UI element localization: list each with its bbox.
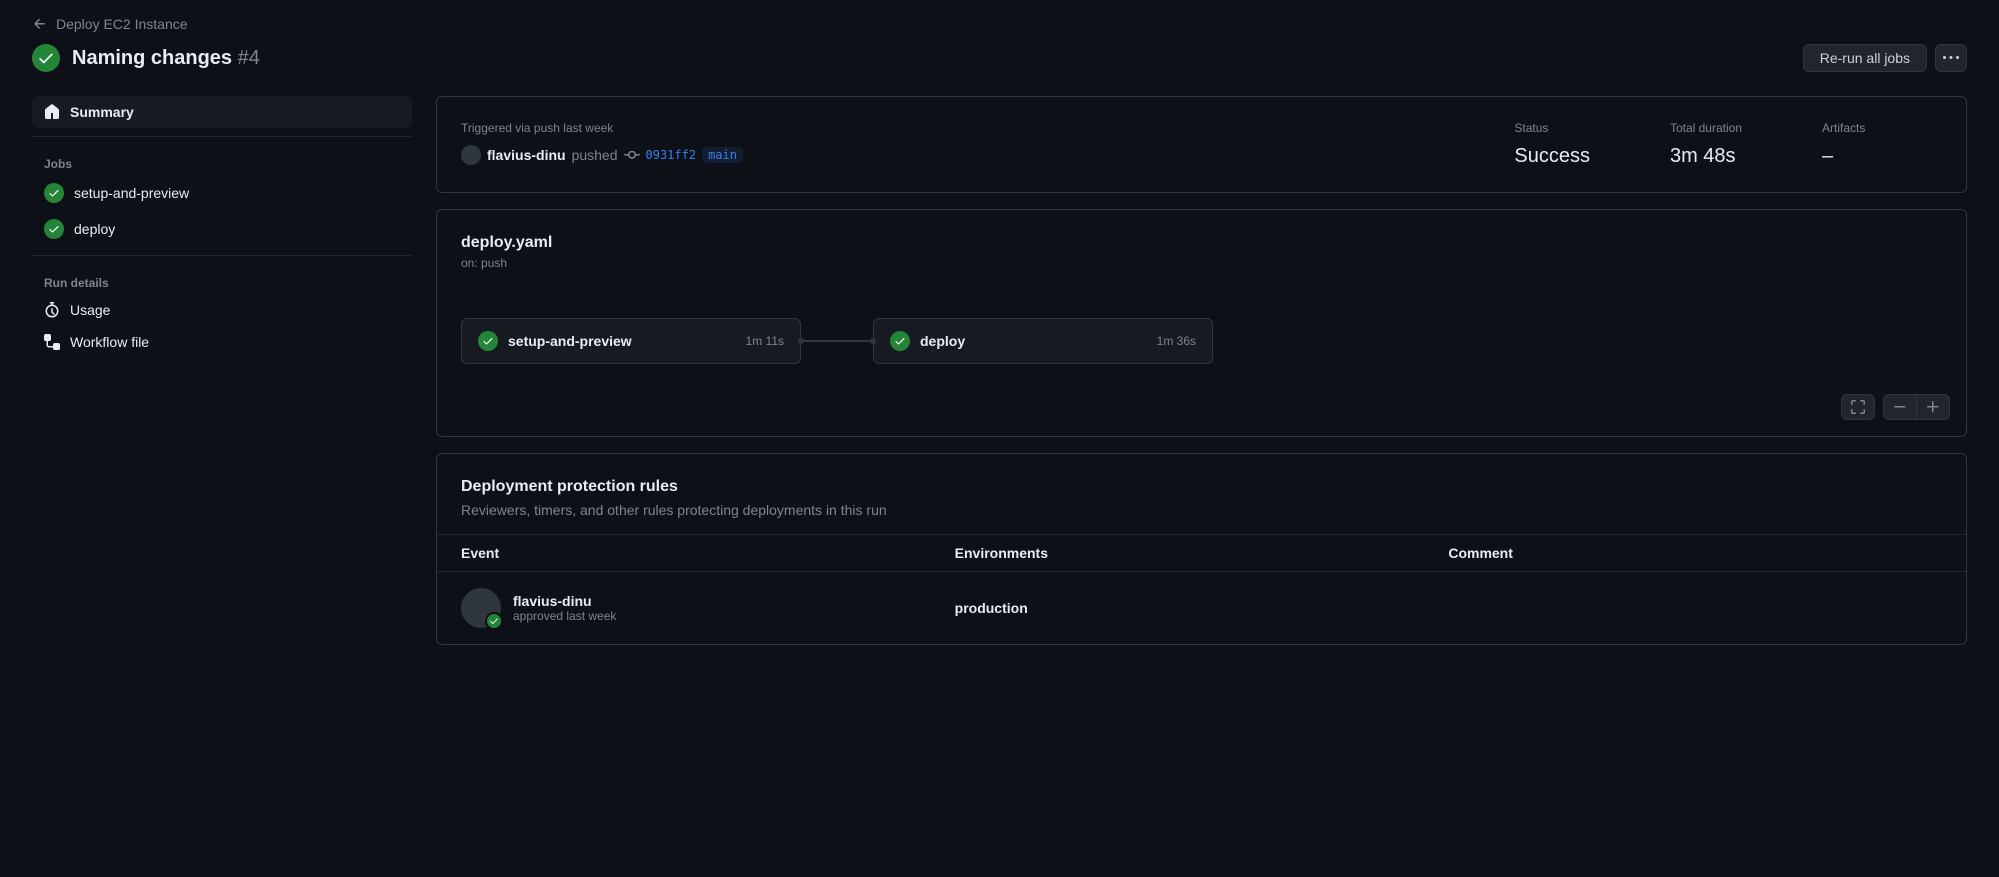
success-icon bbox=[44, 183, 64, 203]
job-name: setup-and-preview bbox=[508, 333, 736, 349]
duration-value[interactable]: 3m 48s bbox=[1670, 145, 1742, 168]
graph-connector bbox=[801, 340, 873, 342]
job-card-deploy[interactable]: deploy 1m 36s bbox=[873, 318, 1213, 364]
run-status-icon bbox=[32, 44, 60, 72]
protection-subtitle: Reviewers, timers, and other rules prote… bbox=[461, 502, 1942, 518]
sidebar-job-label: deploy bbox=[74, 221, 115, 237]
status-label: Status bbox=[1514, 121, 1590, 135]
success-icon bbox=[890, 331, 910, 351]
protection-rules-panel: Deployment protection rules Reviewers, t… bbox=[436, 453, 1967, 645]
job-name: deploy bbox=[920, 333, 1147, 349]
run-number: #4 bbox=[238, 47, 260, 69]
arrow-left-icon bbox=[32, 16, 48, 32]
branch-badge[interactable]: main bbox=[702, 147, 743, 163]
reviewer-name[interactable]: flavius-dinu bbox=[513, 593, 616, 609]
artifacts-value: – bbox=[1822, 145, 1942, 168]
zoom-out-button[interactable] bbox=[1884, 395, 1916, 419]
actor-link[interactable]: flavius-dinu bbox=[487, 147, 566, 163]
duration-label: Total duration bbox=[1670, 121, 1742, 135]
sidebar-item-workflow-file[interactable]: Workflow file bbox=[32, 326, 412, 358]
home-icon bbox=[44, 104, 60, 120]
jobs-section-header: Jobs bbox=[32, 149, 412, 175]
job-card-setup-and-preview[interactable]: setup-and-preview 1m 11s bbox=[461, 318, 801, 364]
run-details-section-header: Run details bbox=[32, 268, 412, 294]
col-event: Event bbox=[461, 545, 955, 561]
plus-icon bbox=[1925, 399, 1941, 415]
workflow-graph[interactable]: setup-and-preview 1m 11s deploy 1m 36s bbox=[461, 318, 1942, 364]
sidebar-job-label: setup-and-preview bbox=[74, 185, 189, 201]
workflow-trigger: on: push bbox=[461, 256, 1942, 270]
run-summary-panel: Triggered via push last week flavius-din… bbox=[436, 96, 1967, 193]
col-comment: Comment bbox=[1448, 545, 1942, 561]
zoom-in-button[interactable] bbox=[1916, 395, 1949, 419]
sidebar-item-usage[interactable]: Usage bbox=[32, 294, 412, 326]
back-link[interactable]: Deploy EC2 Instance bbox=[32, 16, 1967, 32]
success-icon bbox=[44, 219, 64, 239]
more-actions-button[interactable] bbox=[1935, 44, 1967, 72]
protection-title: Deployment protection rules bbox=[461, 478, 1942, 496]
approval-badge-icon bbox=[485, 612, 503, 630]
kebab-icon bbox=[1943, 50, 1959, 66]
fit-to-screen-button[interactable] bbox=[1842, 395, 1874, 419]
success-icon bbox=[478, 331, 498, 351]
divider bbox=[32, 255, 412, 256]
workflow-file-name: deploy.yaml bbox=[461, 234, 1942, 252]
rerun-button[interactable]: Re-run all jobs bbox=[1803, 44, 1927, 72]
job-duration: 1m 11s bbox=[746, 334, 784, 348]
col-environments: Environments bbox=[955, 545, 1449, 561]
run-name: Naming changes bbox=[72, 47, 232, 69]
commit-sha-link[interactable]: 0931ff2 bbox=[646, 148, 697, 162]
page-title: Naming changes #4 bbox=[72, 47, 260, 70]
sidebar-summary-label: Summary bbox=[70, 104, 134, 120]
commit-icon bbox=[624, 147, 640, 163]
sidebar-usage-label: Usage bbox=[70, 302, 110, 318]
approval-description: approved last week bbox=[513, 609, 616, 623]
reviewer-avatar[interactable] bbox=[461, 588, 501, 628]
sidebar-workflow-file-label: Workflow file bbox=[70, 334, 149, 350]
status-value: Success bbox=[1514, 145, 1590, 168]
actor-avatar[interactable] bbox=[461, 145, 481, 165]
sidebar-job-deploy[interactable]: deploy bbox=[32, 211, 412, 247]
action-verb: pushed bbox=[572, 147, 618, 163]
sidebar-item-summary[interactable]: Summary bbox=[32, 96, 412, 128]
job-duration: 1m 36s bbox=[1157, 334, 1196, 348]
workflow-icon bbox=[44, 334, 60, 350]
sidebar-job-setup-and-preview[interactable]: setup-and-preview bbox=[32, 175, 412, 211]
stopwatch-icon bbox=[44, 302, 60, 318]
artifacts-label: Artifacts bbox=[1822, 121, 1942, 135]
environment-name: production bbox=[955, 600, 1449, 616]
triggered-label: Triggered via push last week bbox=[461, 121, 1434, 135]
minus-icon bbox=[1892, 399, 1908, 415]
divider bbox=[32, 136, 412, 137]
protection-table-header: Event Environments Comment bbox=[437, 534, 1966, 572]
back-link-label: Deploy EC2 Instance bbox=[56, 16, 188, 32]
protection-row: flavius-dinu approved last week producti… bbox=[437, 572, 1966, 644]
workflow-graph-panel: deploy.yaml on: push setup-and-preview 1… bbox=[436, 209, 1967, 437]
screen-full-icon bbox=[1850, 399, 1866, 415]
